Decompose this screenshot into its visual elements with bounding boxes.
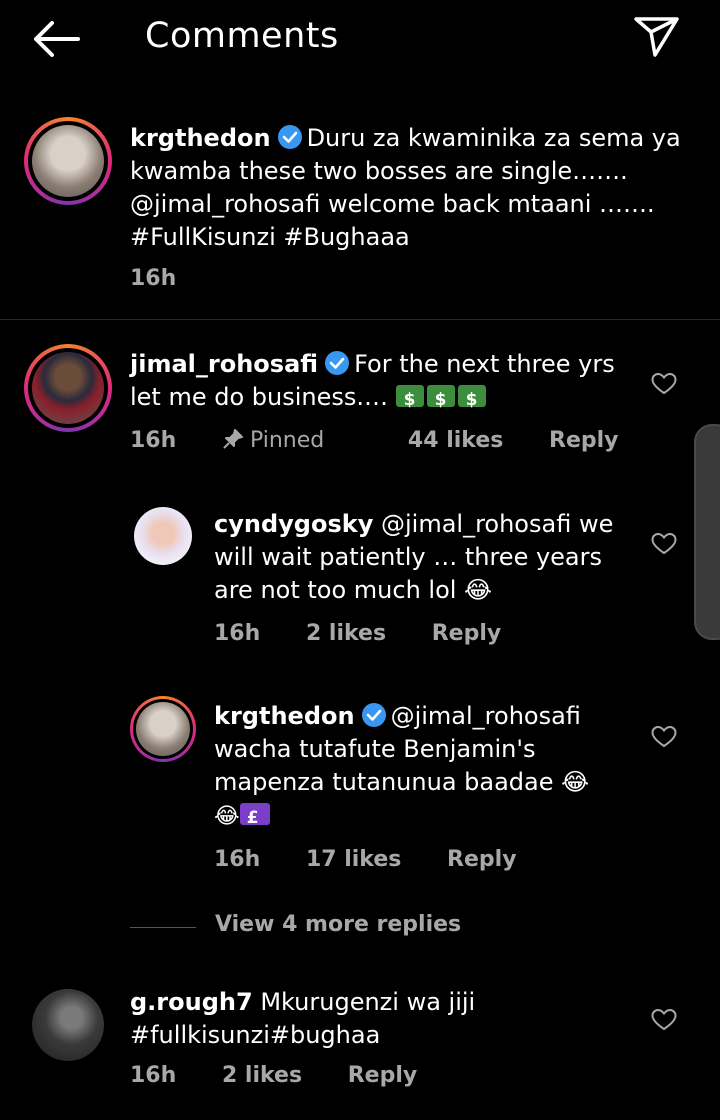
back-arrow-icon[interactable] [28, 18, 84, 60]
verified-badge-icon [277, 125, 302, 149]
scrollbar-handle[interactable] [694, 424, 720, 640]
caption-time: 16h [130, 266, 177, 291]
comment-username[interactable]: g.rough7 [130, 988, 253, 1016]
reply-username[interactable]: cyndygosky [214, 510, 373, 538]
header-bar: Comments [0, 0, 720, 80]
reply-button[interactable]: Reply [549, 428, 619, 453]
page-title: Comments [145, 16, 339, 56]
story-ring[interactable] [24, 344, 112, 432]
reply-item: cyndygosky @jimal_rohosafi we will wait … [0, 505, 720, 655]
like-heart-icon[interactable] [651, 725, 677, 749]
story-ring[interactable] [130, 696, 196, 762]
likes-count[interactable]: 2 likes [306, 621, 386, 646]
like-heart-icon[interactable] [651, 372, 677, 396]
comment-time: 16h [130, 428, 177, 453]
send-icon[interactable] [630, 14, 682, 60]
reply-button[interactable]: Reply [432, 621, 502, 646]
avatar[interactable] [32, 352, 104, 424]
like-heart-icon[interactable] [651, 532, 677, 556]
money-emoji-icon [395, 384, 424, 417]
avatar[interactable] [136, 702, 190, 756]
likes-count[interactable]: 2 likes [222, 1063, 302, 1088]
caption-username[interactable]: krgthedon [130, 124, 271, 152]
reply-time: 16h [214, 621, 261, 646]
post-caption: krgthedon Duru za kwaminika za sema ya kw… [0, 100, 720, 320]
like-heart-icon[interactable] [651, 1008, 677, 1032]
likes-count[interactable]: 17 likes [306, 847, 401, 872]
likes-count[interactable]: 44 likes [408, 428, 503, 453]
comment-item: jimal_rohosafi For the next three yrs let… [0, 340, 720, 480]
avatar[interactable] [134, 507, 192, 565]
reply-meta: 16h 2 likes Reply [214, 621, 539, 646]
pin-icon [223, 429, 243, 449]
view-more-label[interactable]: View 4 more replies [215, 912, 461, 937]
comment-username[interactable]: jimal_rohosafi [130, 350, 318, 378]
laughing-emoji: 😂 [214, 804, 240, 829]
avatar[interactable] [32, 989, 104, 1061]
verified-badge-icon [325, 351, 350, 375]
verified-badge-icon [361, 703, 386, 727]
pinned-label: Pinned [222, 428, 362, 453]
reply-button[interactable]: Reply [447, 847, 517, 872]
pound-banknote-icon [239, 802, 270, 835]
divider [130, 927, 196, 928]
reply-meta: 16h 17 likes Reply [214, 847, 555, 872]
money-emoji-icon [426, 384, 455, 417]
reply-time: 16h [214, 847, 261, 872]
comment-item: g.rough7 Mkurugenzi wa jiji #fullkisunzi… [0, 985, 720, 1105]
avatar[interactable] [32, 125, 104, 197]
caption-meta: 16h [130, 266, 214, 291]
reply-username[interactable]: krgthedon [214, 702, 355, 730]
comment-meta: 16h 2 likes Reply [130, 1063, 455, 1088]
reply-button[interactable]: Reply [348, 1063, 418, 1088]
reply-item: krgthedon @jimal_rohosafi wacha tutafute … [0, 695, 720, 885]
comment-time: 16h [130, 1063, 177, 1088]
money-emoji-icon [457, 384, 486, 417]
comment-meta: 16h Pinned 44 likes Reply [130, 428, 657, 453]
story-ring[interactable] [24, 117, 112, 205]
